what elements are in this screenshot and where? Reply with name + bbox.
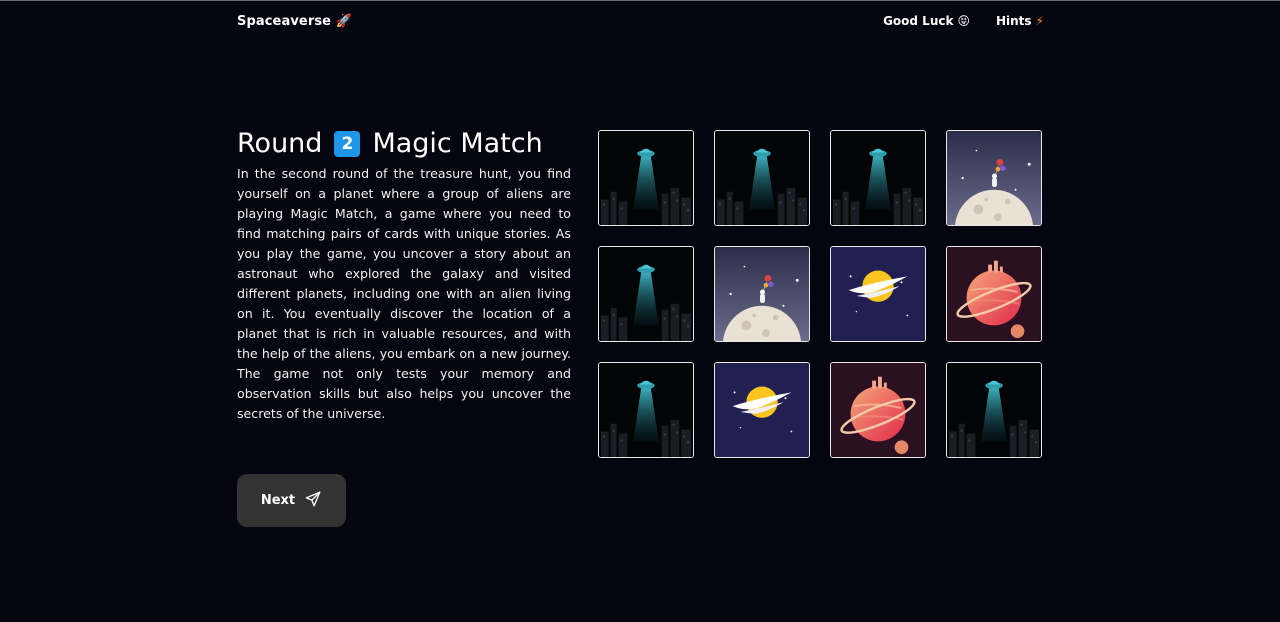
top-nav: Spaceaverse 🚀 Good Luck 😝 Hints ⚡ <box>237 14 1044 34</box>
nav-links: Good Luck 😝 Hints ⚡ <box>883 14 1044 28</box>
sun-cloud-illustration-icon <box>831 247 925 341</box>
ufo-illustration-icon <box>599 131 693 225</box>
moon-astronaut-illustration-icon <box>947 131 1041 225</box>
ufo-illustration-icon <box>599 363 693 457</box>
memory-card-ufo[interactable] <box>946 362 1042 458</box>
memory-card-ufo[interactable] <box>598 362 694 458</box>
memory-card-ufo[interactable] <box>714 130 810 226</box>
send-icon <box>304 490 322 512</box>
memory-card-sun-cloud[interactable] <box>714 362 810 458</box>
round-description: In the second round of the treasure hunt… <box>237 166 571 421</box>
hints-label: Hints <box>995 14 1032 28</box>
memory-card-ufo[interactable] <box>598 246 694 342</box>
next-button-label: Next <box>260 493 296 508</box>
hints-link[interactable]: Hints ⚡ <box>996 14 1044 28</box>
memory-card-ufo[interactable] <box>830 130 926 226</box>
good-luck-link[interactable]: Good Luck 😝 <box>883 14 970 28</box>
memory-card-sun-cloud[interactable] <box>830 246 926 342</box>
memory-card-moon-astronaut[interactable] <box>714 246 810 342</box>
ringed-planet-illustration-icon <box>947 247 1041 341</box>
ringed-planet-illustration-icon <box>831 363 925 457</box>
round-number-badge: 2 <box>334 131 361 157</box>
tongue-emoji-icon: 😝 <box>957 14 970 28</box>
ufo-illustration-icon <box>715 131 809 225</box>
moon-astronaut-illustration-icon <box>715 247 809 341</box>
ufo-illustration-icon <box>831 131 925 225</box>
memory-card-ringed-planet[interactable] <box>830 362 926 458</box>
memory-card-ringed-planet[interactable] <box>946 246 1042 342</box>
ufo-illustration-icon <box>947 363 1041 457</box>
memory-card-moon-astronaut[interactable] <box>946 130 1042 226</box>
round-name: Magic Match <box>372 128 543 159</box>
good-luck-label: Good Luck <box>883 14 954 28</box>
page-title: Round 2 Magic Match <box>237 126 543 162</box>
top-border <box>0 0 1280 1</box>
sun-cloud-illustration-icon <box>715 363 809 457</box>
card-grid <box>598 130 1044 461</box>
lightning-icon: ⚡ <box>1035 14 1044 28</box>
round-word: Round <box>237 128 323 159</box>
ufo-illustration-icon <box>599 247 693 341</box>
next-button[interactable]: Next <box>237 474 346 527</box>
memory-card-ufo[interactable] <box>598 130 694 226</box>
brand-logo[interactable]: Spaceaverse 🚀 <box>237 14 352 29</box>
